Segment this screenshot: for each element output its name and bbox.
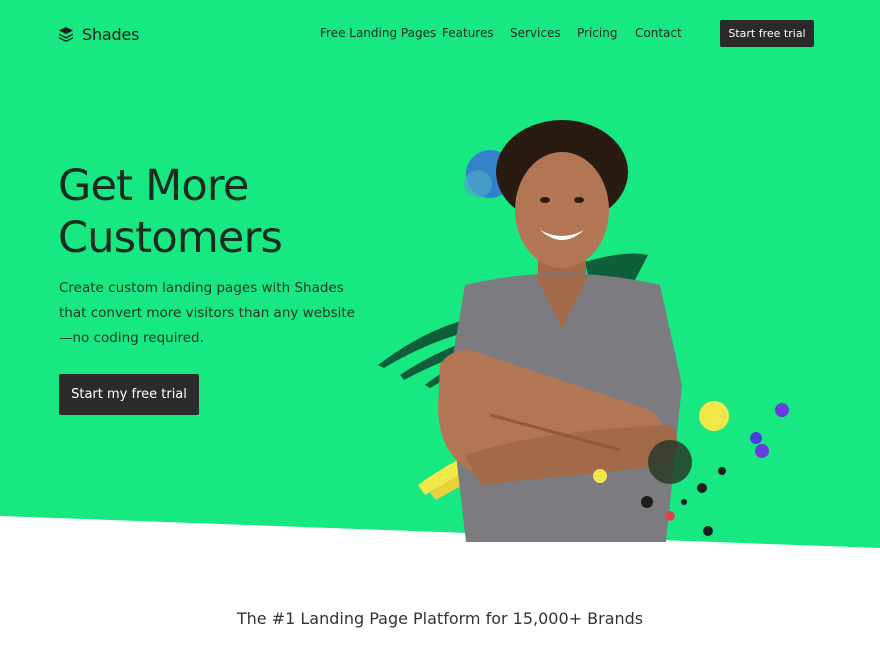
hero-title-line-2: Customers xyxy=(58,213,283,263)
hero-title-line-1: Get More xyxy=(58,161,249,211)
top-navigation: Shades Free Landing Pages Features Servi… xyxy=(0,0,880,68)
section-tagline: The #1 Landing Page Platform for 15,000+… xyxy=(236,609,644,628)
start-free-trial-button[interactable]: Start free trial xyxy=(720,20,814,47)
nav-link-free-landing-pages[interactable]: Free Landing Pages xyxy=(320,26,436,40)
layers-icon xyxy=(59,27,73,42)
start-my-free-trial-button[interactable]: Start my free trial xyxy=(59,374,199,415)
nav-link-pricing[interactable]: Pricing xyxy=(577,26,617,40)
brand-name: Shades xyxy=(82,24,140,44)
hero-subtitle: Create custom landing pages with Shades … xyxy=(59,280,355,346)
hero-illustration xyxy=(378,120,789,542)
nav-link-services[interactable]: Services xyxy=(510,26,561,40)
hero-title: Get More Customers xyxy=(58,160,388,264)
brand-logo[interactable]: Shades xyxy=(58,23,139,45)
nav-link-features[interactable]: Features xyxy=(442,26,494,40)
nav-link-contact[interactable]: Contact xyxy=(635,26,682,40)
